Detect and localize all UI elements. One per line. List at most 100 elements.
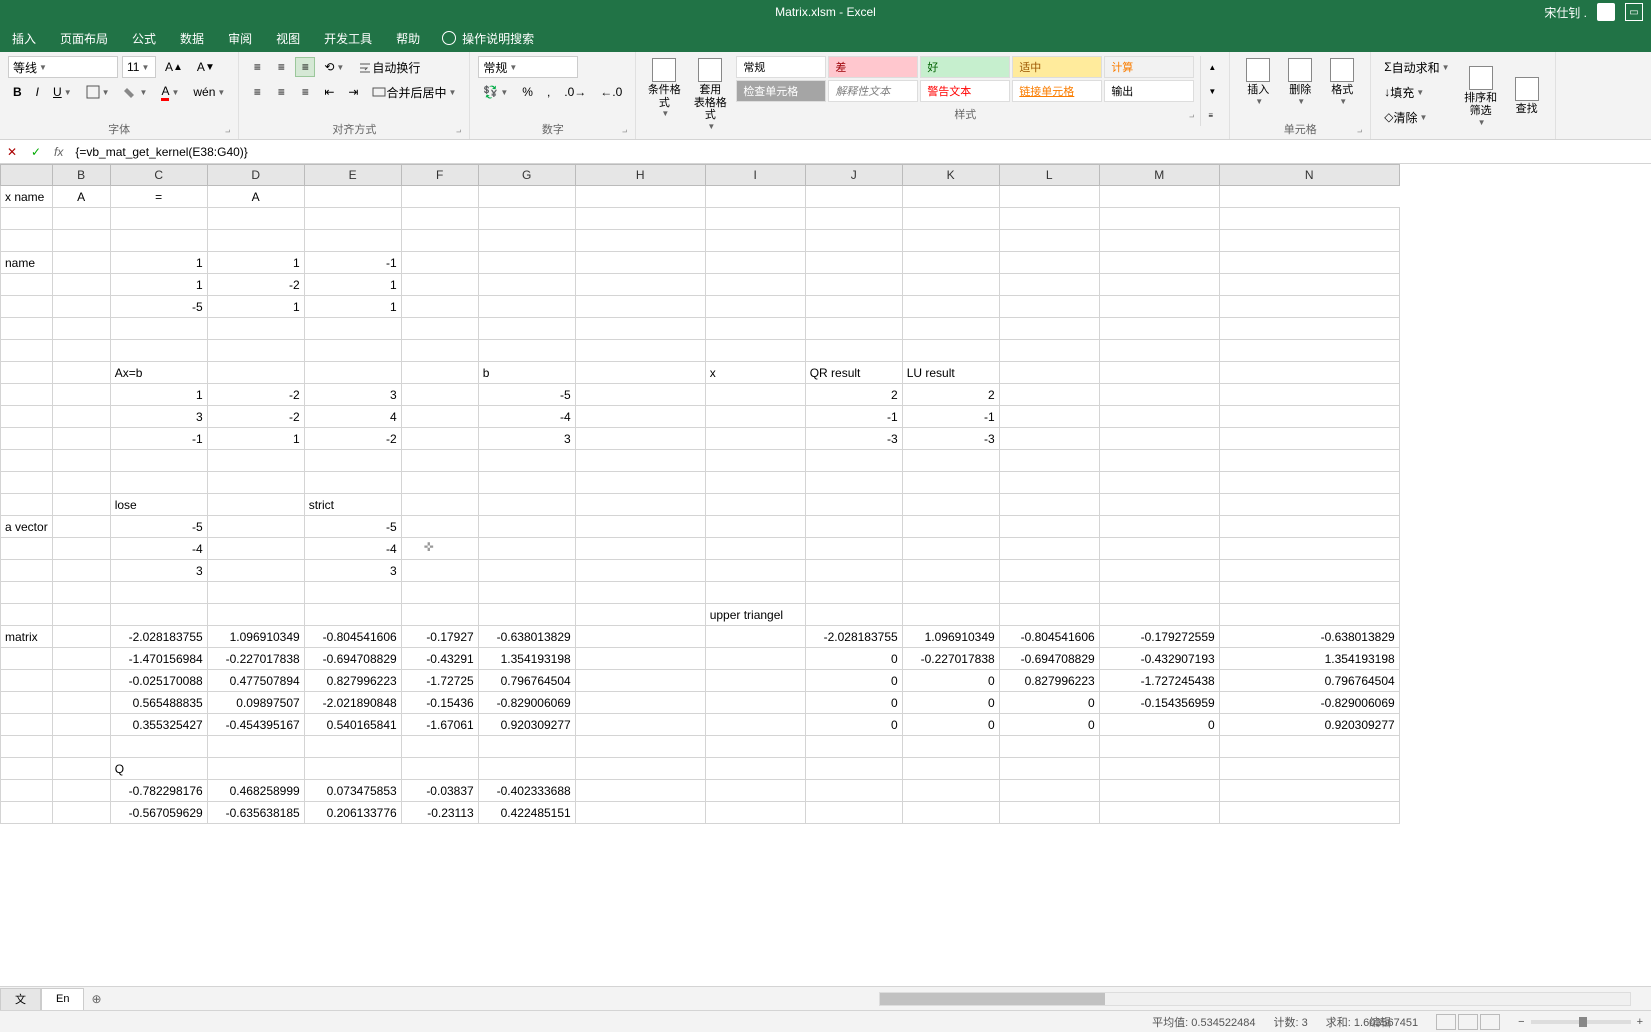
cell[interactable] — [52, 318, 110, 340]
cell[interactable] — [478, 230, 575, 252]
cell[interactable]: 0.565488835 — [110, 692, 207, 714]
tab-developer[interactable]: 开发工具 — [312, 24, 384, 52]
style-output[interactable]: 输出 — [1104, 80, 1194, 102]
grid-row[interactable] — [1, 736, 1400, 758]
align-top-icon[interactable]: ≡ — [247, 57, 267, 77]
cell[interactable] — [304, 472, 401, 494]
cell[interactable] — [1, 692, 53, 714]
cell[interactable] — [52, 538, 110, 560]
cell[interactable] — [999, 780, 1099, 802]
grid-row[interactable] — [1, 340, 1400, 362]
font-color-button[interactable]: A▼ — [156, 81, 184, 103]
find-button[interactable]: 查找 — [1507, 56, 1547, 137]
cell[interactable]: -1.72725 — [401, 670, 478, 692]
number-format-combo[interactable]: 常规▼ — [478, 56, 578, 78]
cell[interactable] — [805, 208, 902, 230]
cell[interactable] — [1, 714, 53, 736]
add-sheet-button[interactable]: ⊕ — [84, 987, 108, 1011]
cell[interactable] — [705, 714, 805, 736]
cell[interactable] — [1099, 318, 1219, 340]
cell[interactable]: 1.096910349 — [207, 626, 304, 648]
cell[interactable]: -1 — [304, 252, 401, 274]
cell[interactable] — [1, 780, 53, 802]
cell[interactable] — [1219, 296, 1399, 318]
cell[interactable]: 0.422485151 — [478, 802, 575, 824]
cell[interactable]: 1 — [304, 274, 401, 296]
italic-button[interactable]: I — [31, 81, 44, 103]
cell[interactable] — [575, 186, 705, 208]
cell[interactable] — [52, 208, 110, 230]
grid-row[interactable] — [1, 318, 1400, 340]
cell[interactable] — [705, 516, 805, 538]
cell[interactable] — [902, 560, 999, 582]
cell[interactable] — [1, 274, 53, 296]
cell[interactable] — [401, 230, 478, 252]
cell[interactable]: 0 — [999, 692, 1099, 714]
cell[interactable] — [52, 692, 110, 714]
cell[interactable] — [1099, 560, 1219, 582]
cell[interactable] — [805, 802, 902, 824]
cell[interactable] — [401, 560, 478, 582]
cell[interactable]: 0.827996223 — [999, 670, 1099, 692]
cell[interactable] — [207, 472, 304, 494]
cell[interactable] — [1099, 340, 1219, 362]
cell[interactable] — [401, 274, 478, 296]
cell[interactable] — [1099, 296, 1219, 318]
cell[interactable]: -2.028183755 — [110, 626, 207, 648]
cell[interactable]: -0.432907193 — [1099, 648, 1219, 670]
cell[interactable] — [1219, 604, 1399, 626]
cell[interactable] — [575, 494, 705, 516]
grid-row[interactable]: Q — [1, 758, 1400, 780]
cell[interactable]: -0.43291 — [401, 648, 478, 670]
view-normal-icon[interactable] — [1436, 1014, 1456, 1030]
cell[interactable] — [52, 736, 110, 758]
cell[interactable] — [705, 274, 805, 296]
cell[interactable] — [1099, 538, 1219, 560]
cell[interactable] — [575, 406, 705, 428]
cell[interactable] — [575, 450, 705, 472]
cell[interactable] — [401, 736, 478, 758]
cell[interactable] — [207, 516, 304, 538]
cell[interactable] — [999, 318, 1099, 340]
tab-view[interactable]: 视图 — [264, 24, 312, 52]
cell[interactable]: -0.227017838 — [207, 648, 304, 670]
cell[interactable] — [1099, 472, 1219, 494]
cell[interactable] — [1, 758, 53, 780]
insert-function-icon[interactable]: fx — [48, 145, 69, 159]
cell[interactable]: 0 — [1099, 714, 1219, 736]
cell[interactable]: 0 — [805, 692, 902, 714]
zoom-control[interactable]: − + — [1518, 1016, 1643, 1028]
cell[interactable]: 0 — [902, 714, 999, 736]
style-neutral[interactable]: 适中 — [1012, 56, 1102, 78]
merge-center-button[interactable]: 合并后居中▼ — [367, 81, 461, 103]
cell[interactable] — [575, 736, 705, 758]
cell[interactable]: name — [1, 252, 53, 274]
cell[interactable] — [110, 582, 207, 604]
cell[interactable]: -2.028183755 — [805, 626, 902, 648]
cell[interactable] — [1, 296, 53, 318]
grid-row[interactable]: -511 — [1, 296, 1400, 318]
cell[interactable]: 0.073475853 — [304, 780, 401, 802]
cell[interactable] — [52, 802, 110, 824]
cell[interactable] — [705, 384, 805, 406]
cell[interactable] — [575, 230, 705, 252]
cell[interactable] — [902, 516, 999, 538]
increase-indent-icon[interactable]: ⇥ — [343, 81, 363, 103]
zoom-slider[interactable] — [1531, 1020, 1631, 1024]
decrease-font-icon[interactable]: A▼ — [192, 56, 220, 78]
cell[interactable] — [1219, 450, 1399, 472]
cell[interactable] — [110, 340, 207, 362]
cell[interactable]: -0.17927 — [401, 626, 478, 648]
cell[interactable] — [575, 274, 705, 296]
align-center-icon[interactable]: ≡ — [271, 82, 291, 102]
cell[interactable] — [902, 340, 999, 362]
cell[interactable]: strict — [304, 494, 401, 516]
cell[interactable] — [805, 274, 902, 296]
cell[interactable]: 3 — [478, 428, 575, 450]
cell[interactable]: -2 — [304, 428, 401, 450]
cell[interactable] — [1, 208, 53, 230]
grid-row[interactable]: 0.355325427-0.4543951670.540165841-1.670… — [1, 714, 1400, 736]
cell[interactable]: 0 — [999, 714, 1099, 736]
cell[interactable] — [575, 670, 705, 692]
cell[interactable]: -1 — [110, 428, 207, 450]
